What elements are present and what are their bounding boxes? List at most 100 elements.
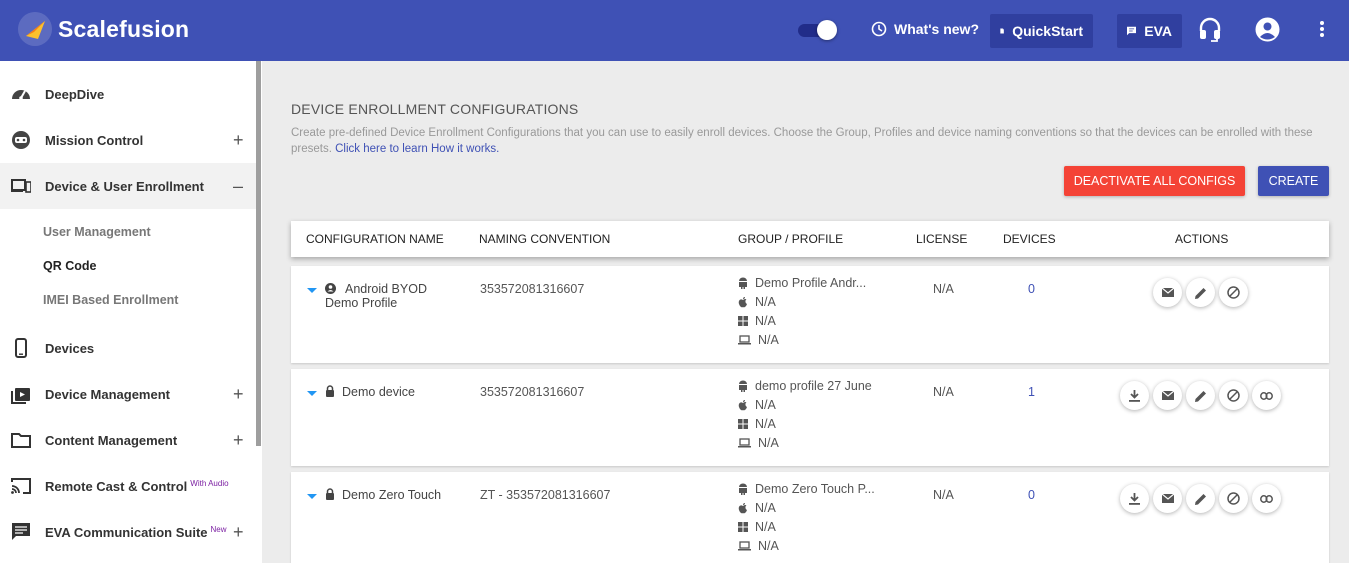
- download-button[interactable]: [1120, 484, 1149, 513]
- sidebar-subitem-qr-code[interactable]: QR Code: [43, 259, 96, 273]
- sidebar-subitem-imei-enrollment[interactable]: IMEI Based Enrollment: [43, 293, 178, 307]
- scalefusion-logo-icon: [18, 12, 52, 46]
- windows-profile: N/A: [738, 417, 776, 431]
- table-row[interactable]: Demo Zero Touch ZT - 353572081316607 Dem…: [291, 472, 1329, 563]
- brand-name: Scalefusion: [58, 15, 190, 42]
- header-license: LICENSE: [916, 232, 968, 246]
- more-vert-icon[interactable]: [1319, 20, 1325, 38]
- sidebar-item-mission-control[interactable]: Mission Control +: [0, 117, 256, 163]
- expand-icon[interactable]: +: [233, 130, 244, 151]
- header-naming-convention: NAMING CONVENTION: [479, 232, 611, 246]
- sidebar-item-content-management[interactable]: Content Management +: [0, 417, 256, 463]
- new-badge: New: [210, 524, 227, 534]
- quickstart-button[interactable]: QuickStart: [990, 14, 1093, 48]
- sidebar-item-devices[interactable]: Devices: [0, 325, 256, 371]
- theme-toggle[interactable]: [798, 20, 838, 40]
- disable-button[interactable]: [1219, 278, 1248, 307]
- sidebar-scrollbar[interactable]: [256, 61, 261, 446]
- devices-count-link[interactable]: 1: [1028, 385, 1035, 399]
- mac-profile: N/A: [738, 436, 779, 450]
- windows-icon: [738, 316, 748, 326]
- media-icon: [11, 388, 30, 404]
- sidebar-item-deepdive[interactable]: DeepDive: [0, 71, 256, 117]
- block-icon: [1227, 286, 1240, 299]
- folder-icon: [11, 433, 31, 448]
- download-button[interactable]: [1120, 381, 1149, 410]
- ios-profile: N/A: [738, 501, 776, 515]
- table-header: CONFIGURATION NAME NAMING CONVENTION GRO…: [291, 221, 1329, 257]
- config-name[interactable]: Demo Zero Touch: [342, 488, 441, 502]
- devices-count-link[interactable]: 0: [1028, 282, 1035, 296]
- config-name[interactable]: Android BYOD Demo Profile: [325, 282, 455, 310]
- edit-button[interactable]: [1186, 278, 1215, 307]
- config-name[interactable]: Demo device: [342, 385, 415, 399]
- expand-icon[interactable]: +: [233, 384, 244, 405]
- expand-caret-icon[interactable]: [307, 391, 317, 396]
- ios-profile: N/A: [738, 398, 776, 412]
- block-icon: [1227, 389, 1240, 402]
- sidebar-item-label: EVA Communication Suite: [45, 524, 208, 540]
- expand-icon[interactable]: +: [233, 430, 244, 451]
- mac-profile: N/A: [738, 539, 779, 553]
- table-row[interactable]: Demo device 353572081316607 demo profile…: [291, 369, 1329, 466]
- lock-icon: [326, 385, 334, 397]
- disable-button[interactable]: [1219, 484, 1248, 513]
- collapse-icon[interactable]: –: [233, 176, 243, 197]
- whats-new-label: What's new?: [894, 21, 979, 37]
- mac-profile: N/A: [738, 333, 779, 347]
- sidebar-item-eva-suite[interactable]: EVA Communication Suite New +: [0, 509, 256, 555]
- edit-button[interactable]: [1186, 381, 1215, 410]
- edit-button[interactable]: [1186, 484, 1215, 513]
- with-audio-badge: With Audio: [190, 478, 229, 488]
- disable-button[interactable]: [1219, 381, 1248, 410]
- document-icon: [1000, 28, 1004, 34]
- naming-convention: ZT - 353572081316607: [480, 488, 611, 502]
- sidebar-item-device-user-enrollment[interactable]: Device & User Enrollment –: [0, 163, 256, 209]
- devices-count-link[interactable]: 0: [1028, 488, 1035, 502]
- sidebar-subitem-user-management[interactable]: User Management: [43, 225, 151, 239]
- laptop-icon: [738, 335, 751, 345]
- android-icon: [739, 483, 747, 495]
- naming-convention: 353572081316607: [480, 282, 585, 296]
- sidebar: DeepDive Mission Control + Device & User…: [0, 61, 262, 563]
- email-button[interactable]: [1153, 278, 1182, 307]
- expand-caret-icon[interactable]: [307, 288, 317, 293]
- learn-how-link[interactable]: Click here to learn How it works.: [335, 143, 499, 155]
- phone-icon: [15, 338, 27, 358]
- eva-button[interactable]: EVA: [1117, 14, 1182, 48]
- expand-caret-icon[interactable]: [307, 494, 317, 499]
- email-button[interactable]: [1153, 381, 1182, 410]
- page-description: Create pre-defined Device Enrollment Con…: [291, 125, 1331, 157]
- link-button[interactable]: [1252, 381, 1281, 410]
- windows-profile: N/A: [738, 520, 776, 534]
- laptop-icon: [738, 438, 751, 448]
- laptop-icon: [738, 541, 751, 551]
- header-group-profile: GROUP / PROFILE: [738, 232, 844, 246]
- devices-icon: [11, 179, 31, 193]
- sidebar-item-remote-cast[interactable]: Remote Cast & Control With Audio: [0, 463, 256, 509]
- deactivate-all-button[interactable]: DEACTIVATE ALL CONFIGS: [1064, 166, 1245, 196]
- account-icon[interactable]: [1255, 17, 1280, 42]
- whats-new-link[interactable]: What's new?: [871, 21, 979, 37]
- windows-icon: [738, 522, 748, 532]
- table-row[interactable]: Android BYOD Demo Profile 35357208131660…: [291, 266, 1329, 363]
- header-actions: ACTIONS: [1175, 232, 1229, 246]
- android-icon: [739, 380, 747, 392]
- license-value: N/A: [933, 488, 954, 502]
- mail-icon: [1161, 391, 1174, 400]
- email-button[interactable]: [1153, 484, 1182, 513]
- speedometer-icon: [12, 90, 30, 100]
- page-title: DEVICE ENROLLMENT CONFIGURATIONS: [291, 101, 579, 117]
- expand-icon[interactable]: +: [233, 522, 244, 543]
- windows-profile: N/A: [738, 314, 776, 328]
- android-profile: Demo Zero Touch P...: [738, 482, 875, 496]
- license-value: N/A: [933, 282, 954, 296]
- android-profile: Demo Profile Andr...: [738, 276, 866, 290]
- brand-logo[interactable]: Scalefusion: [18, 12, 189, 46]
- link-button[interactable]: [1252, 484, 1281, 513]
- sidebar-item-device-management[interactable]: Device Management +: [0, 371, 256, 417]
- apple-icon: [738, 502, 747, 513]
- create-button[interactable]: CREATE: [1258, 166, 1329, 196]
- sidebar-item-label: Remote Cast & Control: [45, 478, 188, 494]
- headset-icon[interactable]: [1198, 17, 1222, 43]
